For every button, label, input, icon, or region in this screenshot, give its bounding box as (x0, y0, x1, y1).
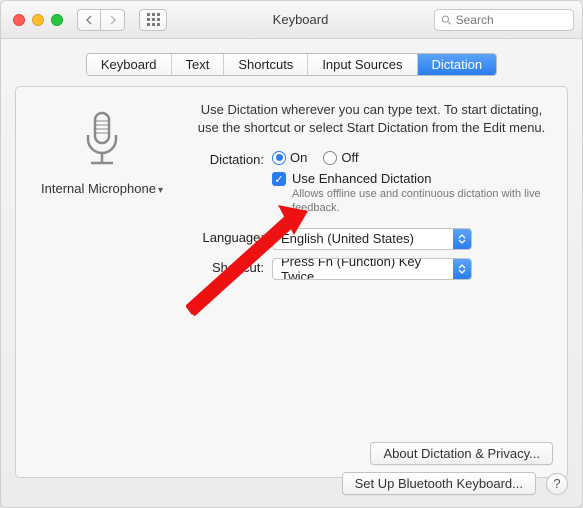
dictation-label: Dictation: (192, 150, 272, 167)
settings-column: Use Dictation wherever you can type text… (192, 101, 551, 288)
search-field[interactable] (434, 9, 574, 31)
enhanced-dictation-label: Use Enhanced Dictation (292, 171, 551, 186)
enhanced-dictation-row: ✓ Use Enhanced Dictation Allows offline … (272, 171, 551, 216)
window-title: Keyboard (175, 12, 426, 27)
window-controls (9, 14, 63, 26)
chevron-down-icon: ▾ (158, 185, 163, 196)
dictation-radio-group: On Off (272, 150, 551, 165)
tab-bar: Keyboard Text Shortcuts Input Sources Di… (15, 53, 568, 76)
tab-text[interactable]: Text (172, 54, 225, 75)
language-value: English (United States) (273, 231, 453, 246)
tab-shortcuts[interactable]: Shortcuts (224, 54, 308, 75)
shortcut-label: Shortcut: (192, 258, 272, 275)
search-icon (441, 14, 452, 26)
microphone-column: Internal Microphone▾ (32, 101, 172, 288)
shortcut-select[interactable]: Press Fn (Function) Key Twice (272, 258, 472, 280)
titlebar: Keyboard (1, 1, 582, 39)
radio-on[interactable] (272, 151, 286, 165)
microphone-selector[interactable]: Internal Microphone▾ (32, 181, 172, 196)
nav-buttons (77, 9, 125, 31)
content-area: Keyboard Text Shortcuts Input Sources Di… (1, 39, 582, 488)
tab-input-sources[interactable]: Input Sources (308, 54, 417, 75)
enhanced-dictation-help: Allows offline use and continuous dictat… (292, 188, 551, 216)
zoom-window-button[interactable] (51, 14, 63, 26)
back-button[interactable] (77, 9, 101, 31)
window-footer: Set Up Bluetooth Keyboard... ? (342, 472, 568, 495)
language-select[interactable]: English (United States) (272, 228, 472, 250)
dictation-panel: Internal Microphone▾ Use Dictation where… (15, 86, 568, 478)
show-all-button[interactable] (139, 9, 167, 31)
dictation-on-option[interactable]: On (272, 150, 307, 165)
tab-dictation[interactable]: Dictation (418, 54, 497, 75)
on-label: On (290, 150, 307, 165)
about-dictation-privacy-button[interactable]: About Dictation & Privacy... (370, 442, 553, 465)
radio-off[interactable] (323, 151, 337, 165)
language-label: Language: (192, 228, 272, 245)
tab-keyboard[interactable]: Keyboard (87, 54, 172, 75)
dictation-description: Use Dictation wherever you can type text… (192, 101, 551, 136)
select-arrows-icon (453, 259, 471, 279)
minimize-window-button[interactable] (32, 14, 44, 26)
microphone-label: Internal Microphone (41, 181, 156, 196)
grid-icon (147, 13, 160, 26)
tab-set: Keyboard Text Shortcuts Input Sources Di… (86, 53, 497, 76)
preferences-window: Keyboard Keyboard Text Shortcuts Input S… (0, 0, 583, 508)
setup-bluetooth-keyboard-button[interactable]: Set Up Bluetooth Keyboard... (342, 472, 536, 495)
forward-button[interactable] (101, 9, 125, 31)
microphone-icon (32, 107, 172, 181)
help-label: ? (553, 476, 560, 491)
enhanced-dictation-checkbox[interactable]: ✓ (272, 172, 286, 186)
shortcut-value: Press Fn (Function) Key Twice (273, 258, 453, 280)
dictation-off-option[interactable]: Off (323, 150, 358, 165)
select-arrows-icon (453, 229, 471, 249)
search-input[interactable] (456, 13, 567, 27)
help-button[interactable]: ? (546, 473, 568, 495)
off-label: Off (341, 150, 358, 165)
close-window-button[interactable] (13, 14, 25, 26)
